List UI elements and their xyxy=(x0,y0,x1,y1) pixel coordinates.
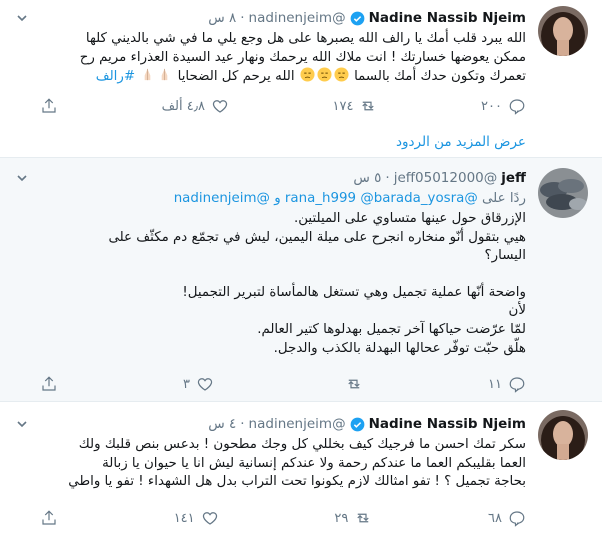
like-count: ١٤١ xyxy=(173,510,195,526)
avatar[interactable] xyxy=(538,6,588,56)
share-button[interactable] xyxy=(40,509,58,527)
retweet-count: ١٧٤ xyxy=(332,98,354,114)
reply-icon xyxy=(509,377,525,393)
tweet-line: لمّا عرّضت حياكها آخر تجميل بهدلوها كتير… xyxy=(257,321,526,337)
chevron-down-icon[interactable] xyxy=(16,172,28,184)
tweet-line: لأن xyxy=(508,303,526,319)
reply-context: ردًا على @rana_h999 @barada_yosra و @nad… xyxy=(16,190,526,209)
retweet-icon xyxy=(357,513,370,523)
tweet-line: هيي بتقول أنّو منخاره انجرح على ميلة الي… xyxy=(108,229,526,245)
verified-icon xyxy=(350,11,365,26)
tweet-text: الله يبرد قلب أمك يا رالف الله يصبرها عل… xyxy=(16,30,526,87)
author-handle[interactable]: @jeff05012000 xyxy=(394,170,498,186)
timestamp[interactable]: ٥ س xyxy=(353,170,381,186)
tweet-3[interactable]: Nadine Nassib Njeim @nadinenjeim · ٤ س س… xyxy=(0,402,602,542)
tweet-line: ممكن يعوضها خسارتك ! انت ملاك الله يرحمك… xyxy=(79,49,526,65)
sad-face-emoji-icon xyxy=(317,67,332,82)
praying-hands-emoji-icon xyxy=(162,69,168,81)
like-count: ٣ xyxy=(183,376,190,392)
heart-icon xyxy=(202,512,217,525)
like-button[interactable]: ٤٫٨ ألف xyxy=(162,97,229,115)
sad-face-emoji-icon xyxy=(300,67,315,82)
timestamp[interactable]: ٨ س xyxy=(208,10,236,26)
reply-icon xyxy=(509,511,525,527)
retweet-button[interactable]: ١٧٤ xyxy=(333,97,378,115)
retweet-count: ٢٩ xyxy=(334,510,349,526)
tweet-text: سكر تمك احسن ما فرجيك كيف بخللي كل وجك م… xyxy=(16,436,526,492)
avatar[interactable] xyxy=(538,410,588,460)
author-handle[interactable]: @nadinenjeim xyxy=(249,10,346,26)
share-icon xyxy=(42,98,56,113)
tweet-line: اليسار؟ xyxy=(484,248,526,264)
tweet-line: العما بقليبكم العما ما عندكم رحمة ولا عن… xyxy=(102,455,526,471)
avatar[interactable] xyxy=(538,168,588,218)
share-icon xyxy=(42,510,56,525)
reply-prefix: ردًا على xyxy=(482,191,526,206)
tweet-2[interactable]: jeff @jeff05012000 · ٥ س ردًا على @rana_… xyxy=(0,158,602,402)
like-button[interactable]: ١٤١ xyxy=(174,509,219,527)
separator-dot: · xyxy=(385,170,390,186)
separator-dot: · xyxy=(240,10,245,26)
retweet-icon xyxy=(362,101,375,111)
share-icon xyxy=(42,376,56,391)
tweet-line: تعمرك وتكون حدك أمك بالسما الله يرحم كل … xyxy=(95,67,526,85)
reply-count: ٢٠٠ xyxy=(481,98,502,114)
heart-icon xyxy=(212,100,228,113)
chevron-down-icon[interactable] xyxy=(16,12,28,24)
retweet-button[interactable]: ٢٩ xyxy=(334,509,372,527)
author-name[interactable]: jeff xyxy=(501,170,526,186)
sad-face-emoji-icon xyxy=(334,67,349,82)
author-handle[interactable]: @nadinenjeim xyxy=(249,416,346,432)
hashtag-link[interactable]: #رالف xyxy=(96,69,135,84)
tweet-1[interactable]: Nadine Nassib Njeim @nadinenjeim · ٨ س ا… xyxy=(0,0,602,126)
retweet-icon xyxy=(348,379,360,389)
author-name[interactable]: Nadine Nassib Njeim xyxy=(369,10,526,26)
like-button[interactable]: ٣ xyxy=(183,375,214,393)
tweet-line: بحاجة تجميل ؟ ! تفو امثالك لازم يكونوا ت… xyxy=(68,474,526,490)
reply-count: ٦٨ xyxy=(488,510,502,526)
heart-icon xyxy=(197,378,213,391)
timestamp[interactable]: ٤ س xyxy=(208,416,236,432)
praying-hands-emoji-icon xyxy=(145,69,151,81)
tweet-line: واضحة أنّها عملية تجميل وهي تستغل هالمأس… xyxy=(182,284,526,300)
tweet-line: سكر تمك احسن ما فرجيك كيف بخللي كل وجك م… xyxy=(78,437,526,452)
like-count: ٤٫٨ ألف xyxy=(161,98,205,114)
reply-button[interactable]: ١١ xyxy=(488,375,526,393)
retweet-button[interactable] xyxy=(339,375,363,393)
tweet-text: الإزرقاق حول عينها متساوي على الميلتين. … xyxy=(16,210,526,358)
reply-button[interactable]: ٢٠٠ xyxy=(481,97,526,115)
reply-count: ١١ xyxy=(488,376,502,392)
reply-button[interactable]: ٦٨ xyxy=(488,509,526,527)
separator-dot: · xyxy=(240,416,245,432)
show-more-replies-row[interactable]: عرض المزيد من الردود xyxy=(0,126,602,158)
tweet-line: هلّق حبّت توفّر عحالها البهدلة بالكذب وا… xyxy=(273,340,526,356)
show-more-replies-link[interactable]: عرض المزيد من الردود xyxy=(396,134,526,150)
reply-users-link[interactable]: @rana_h999 @barada_yosra و @nadinenjeim xyxy=(174,191,478,206)
tweet-line: الإزرقاق حول عينها متساوي على الميلتين. xyxy=(293,211,526,226)
tweet-line: الله يبرد قلب أمك يا رالف الله يصبرها عل… xyxy=(85,31,526,46)
author-name[interactable]: Nadine Nassib Njeim xyxy=(369,416,526,432)
verified-icon xyxy=(350,417,365,432)
share-button[interactable] xyxy=(40,97,58,115)
share-button[interactable] xyxy=(40,375,58,393)
chevron-down-icon[interactable] xyxy=(16,418,28,430)
reply-icon xyxy=(509,99,525,115)
